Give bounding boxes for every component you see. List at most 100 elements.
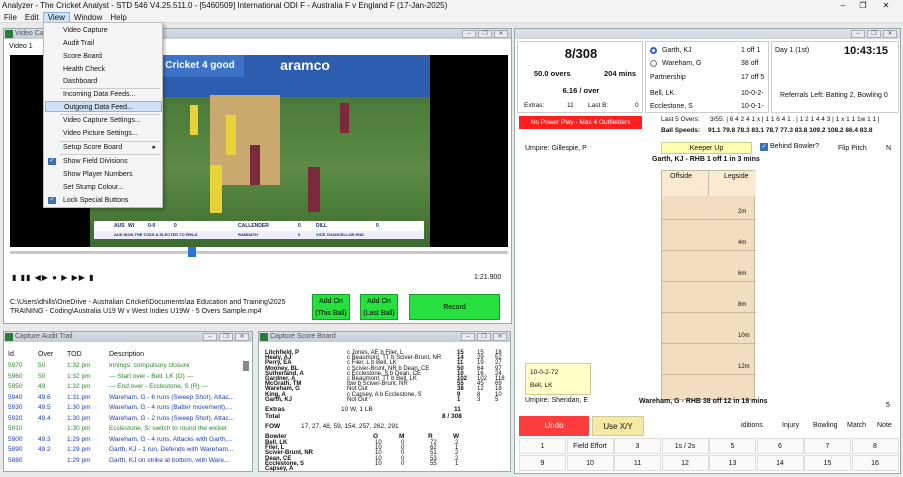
menu-item-show-player-numbers[interactable]: Show Player Numbers <box>45 169 162 180</box>
partnership-label: Partnership <box>650 74 686 81</box>
ball-button[interactable]: 12 <box>661 455 709 471</box>
video-tab[interactable]: Video 1 <box>9 43 33 50</box>
panel-minimize-button[interactable]: – <box>462 30 476 38</box>
record-button[interactable]: Record <box>409 294 500 320</box>
audit-row[interactable]: 5890 49.2 1:29 pm Garth, KJ - 1 run, Defend… <box>8 446 244 456</box>
audit-tod: 1:32 pm <box>67 362 91 369</box>
menu-item-show-field-divisions[interactable]: ✓ Show Field Divisions <box>45 156 162 167</box>
menu-item-set-stump-colour[interactable]: Set Stump Colour... <box>45 182 162 193</box>
audit-row[interactable]: 5950 49 1:32 pm --- End over - Ecclestone, … <box>8 383 244 393</box>
ball-button[interactable]: 7 <box>804 438 851 454</box>
use-xy-button[interactable]: Use X/Y <box>592 416 644 436</box>
audit-over: 49 <box>38 383 46 390</box>
audit-row[interactable]: 5910 1:30 pm Ecclestone, S: switch to roun… <box>8 425 244 435</box>
audit-description: Garth, KJ - 1 run, Defends with Wareham.… <box>109 446 234 453</box>
audit-row[interactable]: 5900 49.3 1:29 pm Wareham, G - 4 runs, Atta… <box>8 436 244 446</box>
video-file-path: C:\Users\dhills\OneDrive - Australian Cr… <box>10 299 286 315</box>
extras-label: Extras: <box>524 102 545 109</box>
menu-item-lock-special-buttons[interactable]: ✓ Lock Special Buttons <box>45 195 162 206</box>
ball-button[interactable]: 15 <box>804 455 851 471</box>
scoring-panel-titlebar: – ❐ ✕ <box>515 29 900 39</box>
panel-minimize-button[interactable]: – <box>461 333 475 341</box>
ball-button[interactable]: 13 <box>709 455 756 471</box>
player-figure <box>210 165 222 213</box>
timeline-track[interactable] <box>10 251 508 254</box>
undo-button[interactable]: Undo <box>519 416 589 436</box>
ball-button[interactable]: Field Effort <box>566 438 614 454</box>
fow-value: 17, 27, 48, 59, 154, 257, 262, 291 <box>301 423 399 430</box>
ball-button[interactable]: 11 <box>614 455 661 471</box>
ball-button[interactable]: 6 <box>756 438 804 454</box>
menu-item-video-capture[interactable]: Video Capture <box>45 25 162 36</box>
menu-file[interactable]: File <box>0 12 21 23</box>
keeper-up-button[interactable]: Keeper Up <box>661 142 752 154</box>
menu-item-setup-score-board[interactable]: Setup Score Board ▸ <box>45 142 162 153</box>
tab-bowling[interactable]: Bowling <box>813 422 838 429</box>
close-button[interactable]: ✕ <box>866 0 903 12</box>
audit-row[interactable]: 5960 50 1:32 pm --- Start over - Bell, LK (… <box>8 373 244 383</box>
ball-button[interactable]: 14 <box>756 455 804 471</box>
audit-row[interactable]: 5970 50 1:32 pm Innings: compulsory closure <box>8 362 244 372</box>
timeline-handle[interactable] <box>188 247 196 257</box>
tab-injury[interactable]: Injury <box>782 422 799 429</box>
ball-button[interactable]: 1 <box>519 438 566 454</box>
audit-row[interactable]: 5920 49.4 1:30 pm Wareham, G - 2 runs (Swee… <box>8 415 244 425</box>
fow-label: FOW <box>265 423 281 430</box>
audit-id: 5970 <box>8 362 23 369</box>
panel-close-button[interactable]: ✕ <box>235 333 249 341</box>
cricket4good-logo: Cricket 4 good <box>156 55 244 77</box>
pitch-map[interactable]: · · · Offside Legside 2m 4m 6m 8m 10m 12m <box>661 170 756 400</box>
audit-list[interactable]: 5970 50 1:32 pm Innings: compulsory closure… <box>8 362 244 470</box>
panel-minimize-button[interactable]: – <box>203 333 217 341</box>
menu-item-score-board[interactable]: Score Board <box>45 51 162 62</box>
ball-button[interactable]: 10 <box>566 455 614 471</box>
menu-item-outgoing-feed[interactable]: Outgoing Data Feed... <box>45 101 162 112</box>
playback-controls[interactable]: ▮ ▮▮ ◀▶ ● ▶ ▶▶ ▮ <box>12 273 95 282</box>
ball-button[interactable]: 3 <box>614 438 661 454</box>
striker-radio[interactable] <box>650 47 657 54</box>
score-board-panel: Capture Score Board – ❐ ✕ Litchfield, Pc J… <box>258 331 511 472</box>
menu-edit[interactable]: Edit <box>21 12 43 23</box>
ball-button[interactable]: 5 <box>709 438 756 454</box>
ball-button[interactable]: 8 <box>851 438 899 454</box>
menu-item-dashboard[interactable]: Dashboard <box>45 76 162 87</box>
powerplay-button[interactable]: No Power Play - Max 4 Outfielders <box>519 116 642 129</box>
audit-description: Wareham, G - 2 runs (Sweep Shot), Attac.… <box>109 414 235 422</box>
audit-id: 5910 <box>8 425 23 432</box>
ball-button[interactable]: 16 <box>851 455 899 471</box>
audit-over: 49.2 <box>38 446 51 453</box>
extras-label: Extras <box>265 406 285 413</box>
panel-restore-button[interactable]: ❐ <box>477 333 491 341</box>
tab-match[interactable]: Match <box>847 422 866 429</box>
panel-close-button[interactable]: ✕ <box>494 30 508 38</box>
behind-bowler-checkbox[interactable]: ✓ <box>760 143 768 151</box>
menu-item-audit-trail[interactable]: Audit Trail <box>45 38 162 49</box>
audit-row[interactable]: 5880 1:29 pm Garth, KJ on strike at bottom… <box>8 457 244 467</box>
menu-item-video-picture-settings[interactable]: Video Picture Settings... <box>45 128 162 139</box>
panel-close-button[interactable]: ✕ <box>883 30 897 38</box>
add-on-last-ball-button[interactable]: Add On (Last Ball) <box>360 294 398 320</box>
panel-restore-button[interactable]: ❐ <box>478 30 492 38</box>
player-figure <box>308 167 320 212</box>
nonstriker-radio[interactable] <box>650 60 657 67</box>
add-on-this-ball-button[interactable]: Add On (This Ball) <box>312 294 350 320</box>
panel-minimize-button[interactable]: – <box>851 30 865 38</box>
distance-label: 6m <box>738 271 747 277</box>
menu-item-incoming-feeds[interactable]: Incoming Data Feeds... <box>45 89 162 100</box>
tab-conditions[interactable]: iditions <box>741 422 763 429</box>
menu-item-health-check[interactable]: Health Check <box>45 64 162 75</box>
tab-note[interactable]: Note <box>877 422 892 429</box>
audit-row[interactable]: 5940 49.6 1:31 pm Wareham, G - 6 runs (Swee… <box>8 394 244 404</box>
ball-button[interactable]: 1s / 2s <box>661 438 709 454</box>
panel-restore-button[interactable]: ❐ <box>867 30 881 38</box>
panel-restore-button[interactable]: ❐ <box>219 333 233 341</box>
audit-scrollbar[interactable] <box>243 361 249 371</box>
panel-close-button[interactable]: ✕ <box>493 333 507 341</box>
behind-bowler-label: Behind Bowler? <box>770 143 820 150</box>
audit-row[interactable]: 5930 49.5 1:30 pm Wareham, G - 4 runs (Batt… <box>8 404 244 414</box>
audit-description: Wareham, G - 6 runs (Sweep Shot), Attac.… <box>109 393 235 401</box>
bowler-box-figures: 10-0-2-72 <box>530 369 559 376</box>
menu-item-video-capture-settings[interactable]: Video Capture Settings... <box>45 115 162 126</box>
ball-button[interactable]: 9 <box>519 455 566 471</box>
flip-pitch-label[interactable]: Flip Pitch <box>838 145 867 152</box>
